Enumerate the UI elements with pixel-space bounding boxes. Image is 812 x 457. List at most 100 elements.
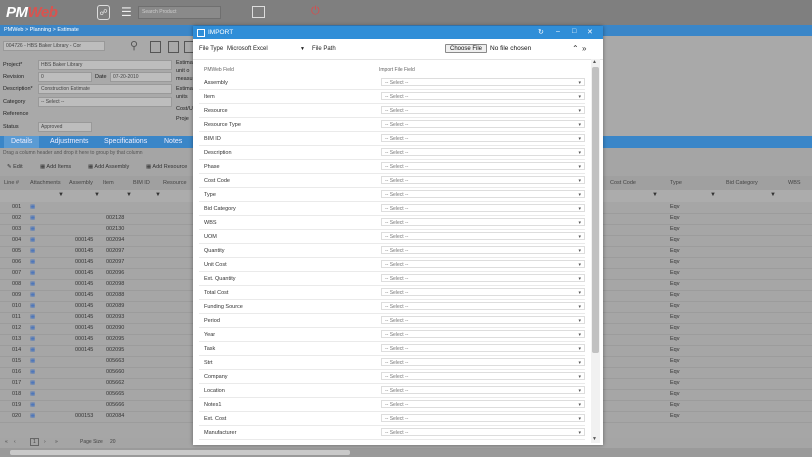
import-field-select[interactable]: -- Select -- ▾ [381, 400, 585, 408]
import-field-select[interactable]: -- Select -- ▾ [381, 302, 585, 310]
col-bim-id[interactable]: BIM ID [133, 180, 150, 186]
tab-adjustments[interactable]: Adjustments [50, 138, 89, 145]
import-field-select[interactable]: -- Select -- ▾ [381, 386, 585, 394]
filter-icon[interactable]: ▼ [710, 192, 716, 198]
filter-icon[interactable]: ▼ [58, 192, 64, 198]
search-input[interactable]: Search Product [138, 6, 221, 19]
file-type-select[interactable]: Microsoft Excel ▼ [227, 45, 305, 53]
import-field-select[interactable]: -- Select -- ▾ [381, 372, 585, 380]
mapping-row: Ext. Cost -- Select -- ▾ [199, 412, 585, 426]
scroll-down-icon[interactable]: ▼ [592, 436, 597, 442]
page-number[interactable]: 1 [30, 438, 39, 446]
import-field-select[interactable]: -- Select -- ▾ [381, 358, 585, 366]
chevron-down-icon: ▾ [578, 262, 581, 268]
import-field-select[interactable]: -- Select -- ▾ [381, 134, 585, 142]
col-line[interactable]: Line # [4, 180, 19, 186]
project-field[interactable]: HBS Baker Library [38, 60, 172, 70]
horizontal-scrollbar[interactable] [0, 448, 812, 457]
import-field-select[interactable]: -- Select -- ▾ [381, 274, 585, 282]
import-field-select[interactable]: -- Select -- ▾ [381, 246, 585, 254]
search-icon[interactable]: ⚲ [130, 39, 138, 52]
import-field-select[interactable]: -- Select -- ▾ [381, 330, 585, 338]
close-icon[interactable]: ✕ [587, 28, 593, 36]
refresh-icon[interactable]: ↻ [538, 28, 544, 36]
col-resource[interactable]: Resource [163, 180, 187, 186]
scrollbar-thumb[interactable] [592, 67, 599, 353]
pmweb-logo[interactable]: PMWeb [6, 4, 58, 21]
scrollbar-thumb[interactable] [10, 450, 350, 455]
import-field-select[interactable]: -- Select -- ▾ [381, 414, 585, 422]
import-field-select[interactable]: -- Select -- ▾ [381, 428, 585, 436]
screen-icon[interactable] [252, 6, 265, 18]
dialog-titlebar: IMPORT ↻ – □ ✕ [193, 26, 603, 39]
import-field-select[interactable]: -- Select -- ▾ [381, 78, 585, 86]
col-type[interactable]: Type [670, 180, 682, 186]
add-assembly-button[interactable]: ▦ Add Assembly [88, 164, 129, 170]
maximize-icon[interactable]: □ [572, 28, 576, 35]
menu-icon[interactable]: ☰ [121, 5, 132, 19]
next-page-icon[interactable]: › [44, 439, 46, 445]
tab-notes[interactable]: Notes [164, 138, 182, 145]
mapping-row: Total Cost -- Select -- ▾ [199, 286, 585, 300]
filter-icon[interactable]: ▼ [770, 192, 776, 198]
attachment-icon: ▦ [30, 215, 36, 221]
tab-details[interactable]: Details [4, 136, 40, 148]
description-field[interactable]: Construction Estimate [38, 84, 172, 94]
filter-icon[interactable]: ▼ [126, 192, 132, 198]
add-resource-button[interactable]: ▦ Add Resource [146, 164, 187, 170]
attachment-icon: ▦ [30, 270, 36, 276]
import-field-select[interactable]: -- Select -- ▾ [381, 232, 585, 240]
col-wbs[interactable]: WBS [788, 180, 801, 186]
col-assembly[interactable]: Assembly [69, 180, 93, 186]
record-selector[interactable]: 004726 - HBS Baker Library - Cor [3, 41, 105, 51]
vertical-scrollbar[interactable]: ▲ ▼ [591, 59, 600, 443]
import-field-select[interactable]: -- Select -- ▾ [381, 190, 585, 198]
filter-icon[interactable]: ▼ [652, 192, 658, 198]
import-field-select[interactable]: -- Select -- ▾ [381, 92, 585, 100]
import-field-select[interactable]: -- Select -- ▾ [381, 148, 585, 156]
tab-specifications[interactable]: Specifications [104, 138, 147, 145]
import-field-select[interactable]: -- Select -- ▾ [381, 344, 585, 352]
category-select[interactable]: -- Select -- [38, 97, 172, 107]
import-field-select[interactable]: -- Select -- ▾ [381, 260, 585, 268]
mapping-row: Quantity -- Select -- ▾ [199, 244, 585, 258]
revision-field[interactable]: 0 [38, 72, 92, 82]
date-field[interactable]: 07-20-2010 [110, 72, 172, 82]
scroll-up-icon[interactable]: ▲ [592, 59, 597, 65]
minimize-icon[interactable]: – [556, 28, 560, 35]
import-field-select[interactable]: -- Select -- ▾ [381, 288, 585, 296]
import-field-select[interactable]: -- Select -- ▾ [381, 204, 585, 212]
import-field-select[interactable]: -- Select -- ▾ [381, 120, 585, 128]
col-bid-category[interactable]: Bid Category [726, 180, 758, 186]
save-icon[interactable] [150, 41, 161, 53]
edit-button[interactable]: ✎ Edit [7, 164, 23, 170]
import-field-select[interactable]: -- Select -- ▾ [381, 162, 585, 170]
project-label: Project* [3, 62, 23, 68]
import-field-select[interactable]: -- Select -- ▾ [381, 218, 585, 226]
attachment-icon: ▦ [30, 336, 36, 342]
mapping-row: Funding Source -- Select -- ▾ [199, 300, 585, 314]
no-file-text: No file chosen [490, 45, 532, 52]
import-field-select[interactable]: -- Select -- ▾ [381, 106, 585, 114]
import-field-select[interactable]: -- Select -- ▾ [381, 316, 585, 324]
filter-icon[interactable]: ▼ [155, 192, 161, 198]
page-size-select[interactable]: 20 [110, 439, 116, 445]
filter-icon[interactable]: ▼ [94, 192, 100, 198]
expand-icon[interactable]: » [582, 44, 586, 53]
document-icon[interactable] [168, 41, 179, 53]
import-field-select[interactable]: -- Select -- ▾ [381, 176, 585, 184]
add-items-button[interactable]: ▦ Add Items [40, 164, 71, 170]
last-page-icon[interactable]: » [55, 439, 58, 445]
chevron-down-icon: ▼ [300, 46, 305, 52]
power-icon[interactable]: ⏻ [311, 5, 320, 18]
shield-icon[interactable]: ☍ [97, 5, 110, 20]
mapping-row: Company -- Select -- ▾ [199, 370, 585, 384]
collapse-icon[interactable]: ⌃ [572, 44, 579, 53]
col-item[interactable]: Item [103, 180, 114, 186]
col-cost-code[interactable]: Cost Code [610, 180, 636, 186]
col-attachments[interactable]: Attachments [30, 180, 61, 186]
prev-page-icon[interactable]: ‹ [14, 439, 16, 445]
first-page-icon[interactable]: « [5, 439, 8, 445]
choose-file-button[interactable]: Choose File [445, 44, 487, 53]
status-select[interactable]: Approved [38, 122, 92, 132]
